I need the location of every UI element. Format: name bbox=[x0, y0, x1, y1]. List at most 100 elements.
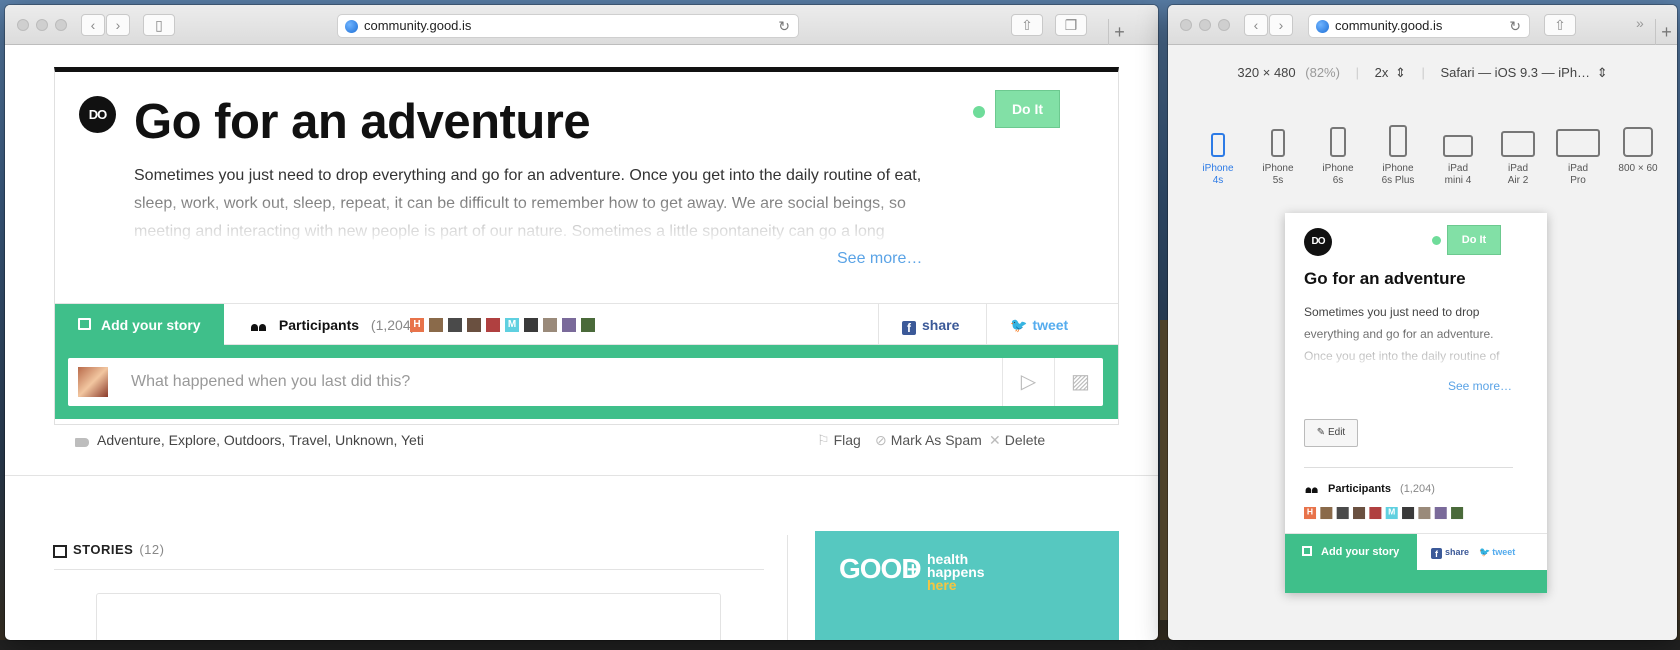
share-page-button[interactable]: ⇧ bbox=[1544, 14, 1576, 36]
zoom-window-button[interactable] bbox=[55, 19, 67, 31]
tabs-overview-button[interactable]: ❐ bbox=[1055, 14, 1087, 36]
address-text: community.good.is bbox=[364, 18, 472, 33]
story-card[interactable] bbox=[96, 593, 721, 640]
story-input[interactable]: What happened when you last did this? ▷ … bbox=[68, 358, 1103, 406]
viewport-height[interactable]: 480 bbox=[1274, 65, 1296, 80]
participant-avatar[interactable] bbox=[1320, 507, 1333, 520]
video-icon[interactable]: ▷ bbox=[1002, 358, 1054, 406]
back-button[interactable]: ‹ bbox=[81, 14, 105, 36]
device-name: iPad bbox=[1567, 163, 1588, 174]
back-button[interactable]: ‹ bbox=[1244, 14, 1268, 36]
column-divider bbox=[787, 535, 788, 640]
participant-avatar[interactable]: M bbox=[1385, 507, 1398, 520]
action-card: DO Go for an adventure Do It Sometimes y… bbox=[54, 67, 1119, 425]
device-picker: iPhone 4s iPhone 5s iPhone 6s iPhone 6s Plus iPa… bbox=[1168, 123, 1677, 203]
tweet-button[interactable]: 🐦 tweet bbox=[986, 304, 1094, 346]
participant-avatar[interactable] bbox=[467, 318, 481, 332]
close-window-button[interactable] bbox=[17, 19, 29, 31]
minimize-window-button[interactable] bbox=[36, 19, 48, 31]
overflow-chevron-icon[interactable]: » bbox=[1636, 15, 1644, 31]
device-option[interactable]: iPhone 5s bbox=[1250, 123, 1306, 187]
device-option[interactable]: 800 × 60 bbox=[1610, 123, 1666, 175]
page-title: Go for an adventure bbox=[134, 95, 591, 149]
participants-section[interactable]: Participants (1,204) bbox=[1304, 483, 1435, 495]
tag-icon bbox=[75, 438, 89, 447]
participant-avatar[interactable] bbox=[486, 318, 500, 332]
participant-avatar[interactable] bbox=[581, 318, 595, 332]
add-story-tab[interactable]: Add your story bbox=[1285, 534, 1417, 570]
participant-avatar[interactable] bbox=[429, 318, 443, 332]
device-option[interactable]: iPhone 6s Plus bbox=[1370, 123, 1426, 187]
chevron-updown-icon: ⇕ bbox=[1394, 65, 1406, 80]
image-icon[interactable]: ▨ bbox=[1054, 358, 1106, 406]
share-label: share bbox=[922, 317, 960, 333]
mark-spam-link[interactable]: ⊘ Mark As Spam bbox=[875, 432, 982, 449]
participant-avatar[interactable] bbox=[1369, 507, 1382, 520]
see-more-link[interactable]: See more… bbox=[1448, 379, 1512, 393]
address-bar[interactable]: community.good.is ↻ bbox=[1308, 14, 1530, 38]
forward-button[interactable]: › bbox=[1269, 14, 1293, 36]
participant-avatar[interactable] bbox=[1353, 507, 1366, 520]
viewport-zoom: (82%) bbox=[1305, 65, 1340, 80]
device-option[interactable]: iPad mini 4 bbox=[1430, 123, 1486, 187]
close-icon: ✕ bbox=[989, 432, 1001, 448]
story-icon bbox=[1302, 546, 1312, 556]
promo-here: here bbox=[927, 577, 957, 593]
participant-avatar[interactable]: M bbox=[505, 318, 519, 332]
promo-banner[interactable]: GOOD + health happens here bbox=[815, 531, 1119, 640]
device-option[interactable]: iPad Air 2 bbox=[1490, 123, 1546, 187]
participant-avatar[interactable] bbox=[543, 318, 557, 332]
tag-list[interactable]: Adventure, Explore, Outdoors, Travel, Un… bbox=[97, 432, 424, 448]
participant-avatar[interactable]: H bbox=[410, 318, 424, 332]
zoom-window-button[interactable] bbox=[1218, 19, 1230, 31]
minimize-window-button[interactable] bbox=[1199, 19, 1211, 31]
globe-icon bbox=[345, 20, 358, 33]
participant-avatar[interactable] bbox=[1418, 507, 1431, 520]
viewport-width[interactable]: 320 bbox=[1237, 65, 1259, 80]
ipad-icon bbox=[1443, 135, 1473, 157]
spam-label: Mark As Spam bbox=[890, 432, 982, 448]
tweet-button[interactable]: 🐦 tweet bbox=[1479, 534, 1515, 570]
globe-icon bbox=[1316, 20, 1329, 33]
address-bar[interactable]: community.good.is ↻ bbox=[337, 14, 799, 38]
stories-count: (12) bbox=[139, 542, 165, 557]
new-tab-button[interactable]: + bbox=[1655, 19, 1677, 45]
participant-avatar[interactable] bbox=[1434, 507, 1447, 520]
edit-button[interactable]: ✎ Edit bbox=[1304, 419, 1358, 447]
do-logo: DO bbox=[1304, 228, 1332, 256]
stories-underline bbox=[54, 569, 764, 570]
share-page-button[interactable]: ⇧ bbox=[1011, 14, 1043, 36]
device-name: 800 × 60 bbox=[1618, 163, 1658, 174]
device-option[interactable]: iPhone 6s bbox=[1310, 123, 1366, 187]
participants-section[interactable]: Participants (1,204) bbox=[251, 304, 415, 346]
facebook-share-button[interactable]: f share bbox=[878, 304, 986, 346]
user-agent-select[interactable]: Safari — iOS 9.3 — iPh… bbox=[1441, 65, 1591, 80]
participant-avatar[interactable] bbox=[1336, 507, 1349, 520]
delete-link[interactable]: ✕ Delete bbox=[989, 432, 1045, 449]
close-window-button[interactable] bbox=[1180, 19, 1192, 31]
device-option[interactable]: iPhone 4s bbox=[1190, 123, 1246, 187]
device-option[interactable]: iPad Pro bbox=[1550, 123, 1606, 187]
pixel-ratio-select[interactable]: 2x bbox=[1375, 65, 1389, 80]
stories-icon bbox=[53, 545, 67, 558]
participant-avatar[interactable] bbox=[1402, 507, 1415, 520]
facebook-share-button[interactable]: f share bbox=[1431, 534, 1469, 570]
promo-tagline: health happens here bbox=[927, 552, 985, 593]
forward-button[interactable]: › bbox=[106, 14, 130, 36]
participant-avatar[interactable] bbox=[1451, 507, 1464, 520]
flag-link[interactable]: ⚐ Flag bbox=[817, 432, 861, 449]
sidebar-toggle-button[interactable]: ▯ bbox=[143, 14, 175, 36]
participant-avatar[interactable] bbox=[524, 318, 538, 332]
do-it-button[interactable]: Do It bbox=[995, 90, 1060, 128]
reload-icon[interactable]: ↻ bbox=[778, 15, 790, 37]
participant-avatar[interactable] bbox=[448, 318, 462, 332]
see-more-link[interactable]: See more… bbox=[837, 250, 922, 268]
add-story-tab[interactable]: Add your story bbox=[55, 304, 224, 346]
participant-avatar[interactable] bbox=[562, 318, 576, 332]
new-tab-button[interactable]: + bbox=[1108, 19, 1130, 45]
participant-avatar[interactable]: H bbox=[1304, 507, 1317, 520]
chevron-updown-icon: ⇕ bbox=[1596, 65, 1608, 80]
device-model: 5s bbox=[1272, 175, 1284, 186]
reload-icon[interactable]: ↻ bbox=[1509, 15, 1521, 37]
do-it-button[interactable]: Do It bbox=[1447, 225, 1501, 255]
